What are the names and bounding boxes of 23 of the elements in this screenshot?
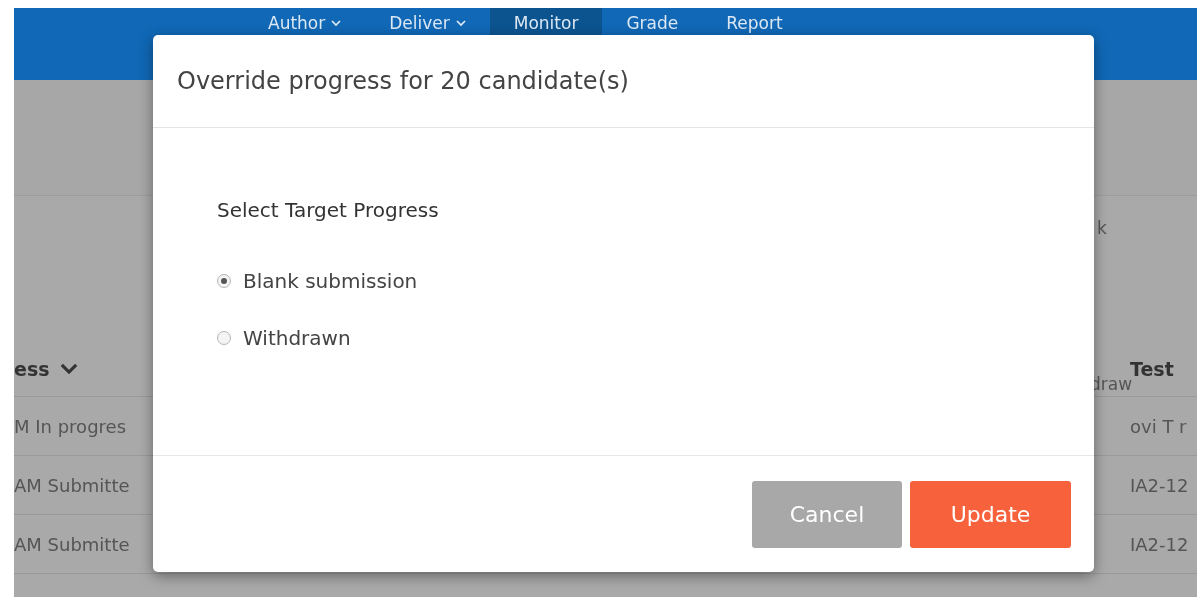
table-cell-text: M In progres bbox=[14, 415, 128, 437]
option-label: Blank submission bbox=[243, 268, 418, 293]
radio-option[interactable]: Withdrawn bbox=[217, 309, 351, 366]
dialog-title: Override progress for 20 candidate(s) bbox=[177, 67, 629, 95]
table-cell-text: ovi T r bbox=[1130, 415, 1188, 437]
nav-tab[interactable]: Deliver bbox=[365, 8, 490, 68]
table-cell-text: AM Submitte bbox=[14, 474, 131, 496]
chevron-down-icon bbox=[331, 20, 342, 27]
nav-tab[interactable]: Author bbox=[244, 8, 366, 68]
radio-button[interactable] bbox=[217, 273, 231, 288]
chevron-down-icon bbox=[59, 362, 78, 375]
option-label: Withdrawn bbox=[243, 325, 351, 350]
chevron-down-icon bbox=[455, 20, 466, 27]
table-cell-text: IA2-12 bbox=[1130, 474, 1190, 496]
filter-label: k bbox=[1097, 218, 1107, 240]
column-header[interactable]: ess bbox=[14, 357, 214, 380]
table-cell-text: AM Submitte bbox=[14, 533, 131, 555]
radio-option[interactable]: Blank submission bbox=[217, 252, 418, 309]
radio-button[interactable] bbox=[217, 330, 231, 345]
column-header[interactable]: Test bbox=[1130, 357, 1197, 380]
table-cell-text: IA2-12 bbox=[1130, 533, 1190, 555]
update-button[interactable]: Update bbox=[910, 480, 1071, 548]
section-label: Select Target Progress bbox=[217, 198, 440, 222]
